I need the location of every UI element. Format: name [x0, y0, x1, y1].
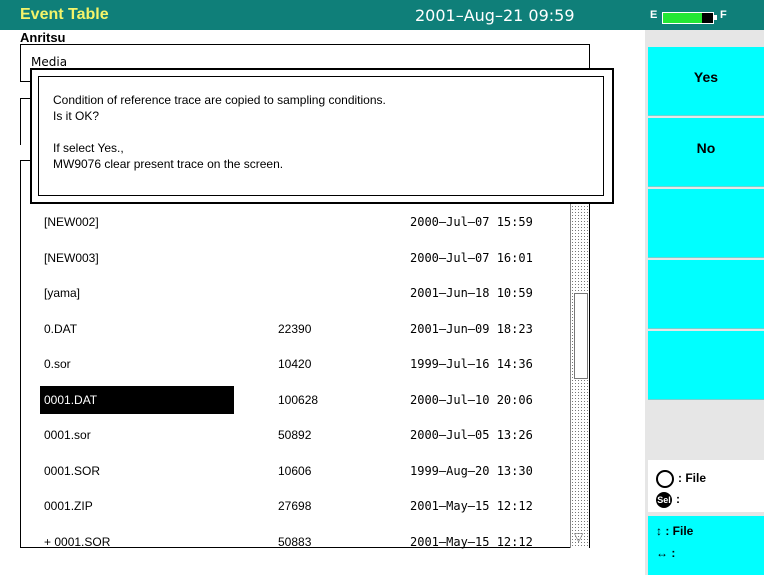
battery-frame: [662, 12, 714, 24]
title-bar: Event Table 2001–Aug–21 09:59 E F: [0, 0, 764, 30]
dialog-line-4: MW9076 clear present trace on the screen…: [53, 157, 284, 171]
file-size: 10420: [278, 357, 312, 371]
file-name: 0.DAT: [44, 321, 78, 336]
brand-label: Anritsu: [20, 30, 66, 45]
file-name: 0001.ZIP: [44, 499, 93, 513]
file-date: 1999–Aug–20 13:30: [410, 463, 533, 478]
file-size: 50892: [278, 428, 312, 442]
sel-icon: Sel: [656, 492, 672, 508]
dialog-line-3: If select Yes.,: [53, 141, 124, 155]
dialog-line-2: Is it OK?: [53, 109, 100, 123]
table-row[interactable]: 0001.ZIP 27698 2001–May–15 12:12: [20, 492, 568, 522]
file-date: 2001–Jun–09 18:23: [410, 321, 533, 336]
dialog-line-1: Condition of reference trace are copied …: [53, 93, 386, 107]
battery-full-label: F: [720, 9, 727, 21]
yes-button-label: Yes: [693, 69, 719, 85]
window-title: Event Table: [20, 6, 109, 23]
table-row[interactable]: + 0001.SOR 50883 2001–May–15 12:12: [20, 528, 568, 558]
side-button-3[interactable]: [648, 187, 764, 258]
file-name: [yama]: [44, 286, 81, 300]
battery-indicator: E F: [650, 9, 730, 24]
table-row[interactable]: 0001.sor 50892 2000–Jul–05 13:26: [20, 421, 568, 451]
file-date: 2000–Jul–07 16:01: [410, 250, 533, 265]
file-date: 2000–Jul–07 15:59: [410, 215, 533, 229]
file-name: 0001.DAT: [40, 385, 234, 414]
file-date: 2001–Jun–18 10:59: [410, 286, 533, 300]
file-date: 2001–May–15 12:12: [410, 499, 533, 513]
scrollbar-thumb[interactable]: [574, 293, 588, 379]
no-button-label: No: [696, 140, 716, 156]
table-row[interactable]: [NEW002] 2000–Jul–07 15:59: [20, 208, 568, 238]
knob-legend-text: File: [685, 471, 707, 486]
table-row[interactable]: 0001.DAT 100628 2000–Jul–10 20:06: [20, 385, 568, 416]
media-label: Media: [31, 55, 68, 69]
table-row[interactable]: [NEW003] 2000–Jul–07 16:01: [20, 244, 568, 274]
table-row[interactable]: 0.sor 10420 1999–Jul–16 14:36: [20, 350, 568, 380]
file-date: 2000–Jul–10 20:06: [410, 392, 533, 407]
control-legend: : File Sel:: [648, 460, 764, 512]
arrow-key-legend: ↕ : File ↔ :: [648, 516, 764, 575]
table-row[interactable]: 0001.SOR 10606 1999–Aug–20 13:30: [20, 457, 568, 487]
file-name: 0001.SOR: [44, 463, 101, 478]
file-size: 100628: [278, 392, 319, 407]
scroll-down-icon[interactable]: ▽: [574, 530, 583, 544]
table-row[interactable]: 0.DAT 22390 2001–Jun–09 18:23: [20, 315, 568, 345]
battery-level: [663, 13, 702, 23]
file-name: + 0001.SOR: [44, 534, 111, 549]
yes-button[interactable]: Yes: [648, 45, 764, 116]
no-button[interactable]: No: [648, 116, 764, 187]
side-button-4[interactable]: [648, 258, 764, 329]
file-name: 0001.sor: [44, 428, 91, 442]
battery-nub: [714, 15, 717, 20]
leftright-arrow-icon: ↔: [656, 546, 668, 560]
file-name: [NEW002]: [44, 215, 99, 229]
updown-arrow-icon: ↕: [656, 524, 662, 538]
file-size: 22390: [278, 321, 312, 336]
file-name: [NEW003]: [44, 250, 99, 265]
file-date: 2000–Jul–05 13:26: [410, 428, 533, 442]
file-size: 10606: [278, 463, 312, 478]
file-date: 2001–May–15 12:12: [410, 534, 533, 549]
file-name: 0.sor: [44, 357, 71, 371]
dialog-inner-frame: Condition of reference trace are copied …: [38, 76, 604, 196]
side-button-5[interactable]: [648, 329, 764, 400]
file-size: 27698: [278, 499, 312, 513]
file-date: 1999–Jul–16 14:36: [410, 357, 533, 371]
confirm-dialog: Condition of reference trace are copied …: [30, 68, 614, 204]
file-size: 50883: [278, 534, 312, 549]
date-time: 2001–Aug–21 09:59: [415, 6, 575, 25]
knob-icon: [656, 470, 674, 488]
table-row[interactable]: [yama] 2001–Jun–18 10:59: [20, 279, 568, 309]
battery-empty-label: E: [650, 9, 658, 21]
updown-legend-text: File: [672, 524, 694, 538]
